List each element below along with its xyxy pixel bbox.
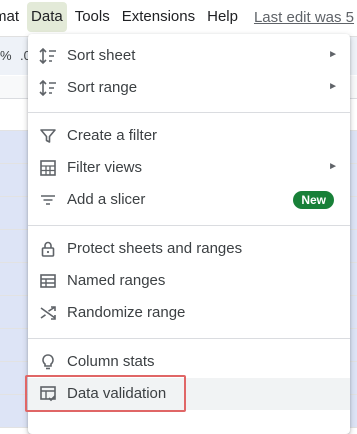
menu-bar: mat Data Tools Extensions Help Last edit… — [0, 0, 357, 34]
submenu-arrow-icon: ► — [328, 81, 338, 92]
menu-item-label: Filter views — [67, 159, 143, 176]
menu-help[interactable]: Help — [203, 2, 242, 32]
named-ranges-icon — [38, 271, 58, 291]
menu-item-label: Column stats — [67, 353, 155, 370]
data-menu: Sort sheet ► Sort range ► Create a filte… — [28, 34, 350, 434]
menu-item-label: Randomize range — [67, 304, 186, 321]
lightbulb-icon — [38, 352, 58, 372]
menu-item-named-ranges[interactable]: Named ranges — [28, 265, 350, 297]
filter-icon — [38, 126, 58, 146]
last-edit-link[interactable]: Last edit was 5 — [254, 9, 354, 26]
menu-item-sort-sheet[interactable]: Sort sheet ► — [28, 40, 350, 72]
sort-icon — [38, 46, 58, 66]
menu-item-label: Named ranges — [67, 272, 166, 289]
menu-item-create-filter[interactable]: Create a filter — [28, 120, 350, 152]
menu-item-randomize-range[interactable]: Randomize range — [28, 297, 350, 329]
slicer-icon — [38, 190, 58, 210]
submenu-arrow-icon: ► — [328, 49, 338, 60]
menu-item-sort-range[interactable]: Sort range ► — [28, 72, 350, 104]
menu-item-filter-views[interactable]: Filter views ► — [28, 152, 350, 184]
percent-format-button[interactable]: % — [0, 48, 12, 63]
submenu-arrow-icon: ► — [328, 161, 338, 172]
highlight-box — [25, 375, 186, 412]
sort-icon — [38, 78, 58, 98]
menu-item-protect-sheets[interactable]: Protect sheets and ranges — [28, 233, 350, 265]
menu-divider — [28, 338, 350, 339]
menu-item-label: Sort range — [67, 79, 138, 96]
menu-item-label: Create a filter — [67, 127, 158, 144]
menu-item-column-stats[interactable]: Column stats — [28, 346, 350, 378]
menu-divider — [28, 112, 350, 113]
filter-views-icon — [38, 158, 58, 178]
menu-tools[interactable]: Tools — [71, 2, 114, 32]
lock-icon — [38, 239, 58, 259]
shuffle-icon — [38, 303, 58, 323]
menu-item-label: Protect sheets and ranges — [67, 240, 243, 257]
menu-data[interactable]: Data — [27, 2, 67, 32]
menu-extensions[interactable]: Extensions — [118, 2, 199, 32]
menu-item-label: Sort sheet — [67, 47, 136, 64]
menu-format[interactable]: mat — [0, 2, 23, 32]
menu-divider — [28, 225, 350, 226]
menu-item-add-slicer[interactable]: Add a slicer New — [28, 184, 350, 216]
menu-item-label: Add a slicer — [67, 191, 146, 208]
new-badge: New — [293, 191, 334, 209]
